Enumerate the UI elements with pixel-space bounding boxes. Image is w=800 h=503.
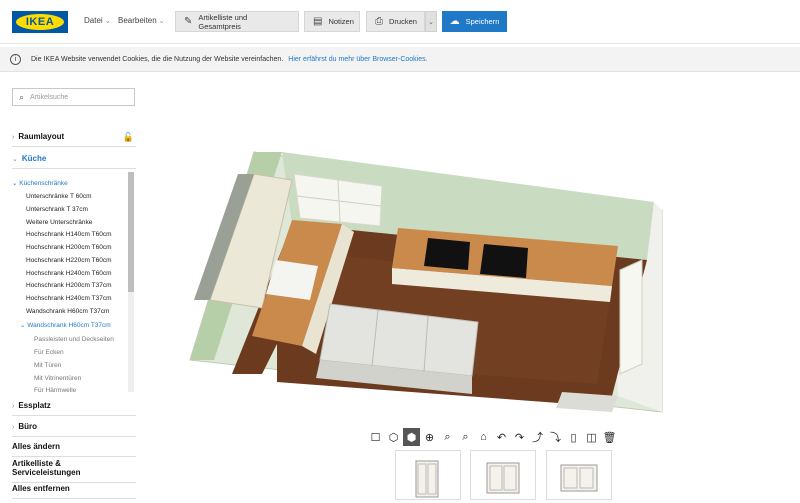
pencil-ruler-icon: ✎ [184, 16, 193, 27]
cloud-upload-icon: ☁ [449, 16, 460, 27]
drucken-label: Drucken [389, 17, 417, 26]
cookie-text: Die IKEA Website verwendet Cookies, die … [31, 55, 284, 63]
notizen-label: Notizen [328, 17, 354, 26]
chevron-right-icon: › [12, 403, 15, 410]
artikelliste-label: Artikelliste und Gesamtpreis [198, 12, 248, 31]
info-icon: i [10, 53, 21, 65]
alles-aendern-button[interactable]: Alles ändern [12, 442, 136, 457]
rotate-up-icon[interactable]: ⤴ [529, 428, 546, 446]
list-item[interactable]: Hochschrank H240cm T60cm [26, 270, 112, 277]
chevron-down-icon: ⌄ [428, 18, 434, 26]
kueche-label: Küche [21, 154, 47, 163]
chevron-down-icon: ⌄ [158, 18, 165, 25]
rotate-down-icon[interactable]: ⤵ [547, 428, 564, 446]
list-item[interactable]: Mit Vitrinentüren [34, 375, 81, 382]
zoom-in-icon[interactable]: ⌕ [439, 428, 456, 446]
sidebar-item-kueche[interactable]: ⌄ Küche [12, 154, 136, 169]
cabinet-icon [415, 460, 439, 498]
drucken-button[interactable]: ⎙ Drucken [366, 11, 425, 32]
camera-icon[interactable]: ◫ [583, 428, 600, 446]
logo-text: IKEA [16, 14, 64, 30]
kuechenschraenke-label: Küchenschränke [19, 180, 68, 187]
door-icon[interactable]: ▯ [565, 428, 582, 446]
zoom-out-icon[interactable]: ⌕ [457, 428, 474, 446]
view-toolbar: ☐ ⬡ ⬢ ⊕ ⌕ ⌕ ⌂ ↶ ↷ ⤴ ⤵ ▯ ◫ 🗑 [367, 428, 618, 446]
category-kuechenschraenke[interactable]: ⌄ Küchenschränke [12, 179, 68, 187]
speichern-label: Speichern [465, 17, 500, 26]
search-placeholder: Artikelsuche [30, 93, 69, 101]
cube-outline-icon[interactable]: ⬡ [385, 428, 402, 446]
artikelliste-service-button[interactable]: Artikelliste & Serviceleistungen [12, 459, 136, 483]
sidebar-item-buero[interactable]: › Büro [12, 422, 136, 437]
list-item[interactable]: Hochschrank H200cm T60cm [26, 244, 112, 251]
printer-icon: ⎙ [375, 16, 383, 27]
zoom-fit-icon[interactable]: ⊕ [421, 428, 438, 446]
product-thumbnail[interactable] [470, 450, 536, 500]
right-window [619, 259, 643, 375]
menu-datei-label: Datei [84, 16, 103, 25]
home-icon[interactable]: ⌂ [475, 428, 492, 446]
list-item[interactable]: Unterschrank T 37cm [26, 206, 88, 213]
list-item[interactable]: Für Härmwelle [34, 387, 76, 394]
kitchen-render[interactable] [142, 74, 800, 436]
chevron-right-icon: › [12, 424, 15, 431]
sidebar-scrollbar[interactable] [128, 172, 134, 392]
search-input[interactable]: ⌕ Artikelsuche [12, 88, 135, 106]
wandschrank-label: Wandschrank H60cm T37cm [27, 322, 111, 329]
3d-kitchen-view[interactable] [142, 74, 800, 436]
scrollbar-thumb[interactable] [128, 172, 134, 292]
speichern-button[interactable]: ☁ Speichern [442, 11, 507, 32]
sidebar: ⌕ Artikelsuche › Raumlayout 🔓 ⌄ Küche ⌄ Kü… [0, 74, 142, 500]
cookie-banner: i Die IKEA Website verwendet Cookies, di… [0, 47, 800, 72]
lock-icon: 🔓 [122, 132, 134, 142]
artikelliste-line1: Artikelliste & [12, 459, 61, 468]
sidebar-item-raumlayout[interactable]: › Raumlayout 🔓 [12, 132, 136, 147]
alles-entfernen-button[interactable]: Alles entfernen [12, 484, 136, 499]
notizen-button[interactable]: ▤ Notizen [304, 11, 360, 32]
list-item[interactable]: Passleisten und Deckseiten [34, 336, 114, 343]
menu-bearbeiten[interactable]: Bearbeiten ⌄ [118, 16, 165, 25]
buero-label: Büro [18, 422, 38, 431]
drucken-dropdown[interactable]: ⌄ [425, 11, 437, 32]
list-item[interactable]: Mit Türen [34, 362, 61, 369]
rotate-right-icon[interactable]: ↷ [511, 428, 528, 446]
top-toolbar: IKEA Datei ⌄ Bearbeiten ⌄ ✎ Artikelliste un… [0, 0, 800, 44]
alles-entfernen-label: Alles entfernen [12, 484, 70, 493]
list-item[interactable]: Hochschrank H240cm T37cm [26, 295, 112, 302]
cabinet-icon [486, 462, 520, 494]
cookie-link[interactable]: Hier erfährst du mehr über Browser-Cooki… [288, 56, 427, 63]
artikelliste-line2: Serviceleistungen [12, 468, 81, 477]
checkbox-icon[interactable]: ☐ [367, 428, 384, 446]
list-item[interactable]: Unterschränke T 60cm [26, 193, 92, 200]
list-item[interactable]: Hochschrank H140cm T60cm [26, 231, 112, 238]
menu-datei[interactable]: Datei ⌄ [84, 16, 111, 25]
rotate-left-icon[interactable]: ↶ [493, 428, 510, 446]
list-item[interactable]: Weitere Unterschränke [26, 219, 92, 226]
chevron-down-icon: ⌄ [104, 18, 111, 25]
product-thumbnail[interactable] [546, 450, 612, 500]
list-item[interactable]: Wandschrank H60cm T37cm [26, 308, 109, 315]
note-icon: ▤ [313, 16, 323, 27]
trash-icon[interactable]: 🗑 [601, 428, 618, 446]
chevron-right-icon: › [12, 134, 15, 141]
category-wandschrank-open[interactable]: ⌄ Wandschrank H60cm T37cm [20, 321, 111, 329]
essplatz-label: Essplatz [18, 401, 51, 410]
raumlayout-label: Raumlayout [18, 132, 65, 141]
ikea-logo[interactable]: IKEA [12, 11, 68, 33]
list-item[interactable]: Hochschrank H200cm T37cm [26, 282, 112, 289]
artikelliste-button[interactable]: ✎ Artikelliste und Gesamtpreis [175, 11, 299, 32]
cooktop-right [480, 244, 528, 278]
sidebar-item-essplatz[interactable]: › Essplatz [12, 401, 136, 416]
alles-aendern-label: Alles ändern [12, 442, 61, 451]
chevron-down-icon: ⌄ [12, 156, 18, 163]
list-item[interactable]: Hochschrank H220cm T60cm [26, 257, 112, 264]
product-thumbnail[interactable] [395, 450, 461, 500]
search-icon: ⌕ [19, 91, 25, 102]
menu-bearbeiten-label: Bearbeiten [118, 16, 157, 25]
cooktop-left [424, 238, 470, 270]
cube-solid-icon[interactable]: ⬢ [403, 428, 420, 446]
cabinet-icon [560, 464, 598, 492]
list-item[interactable]: Für Ecken [34, 349, 64, 356]
